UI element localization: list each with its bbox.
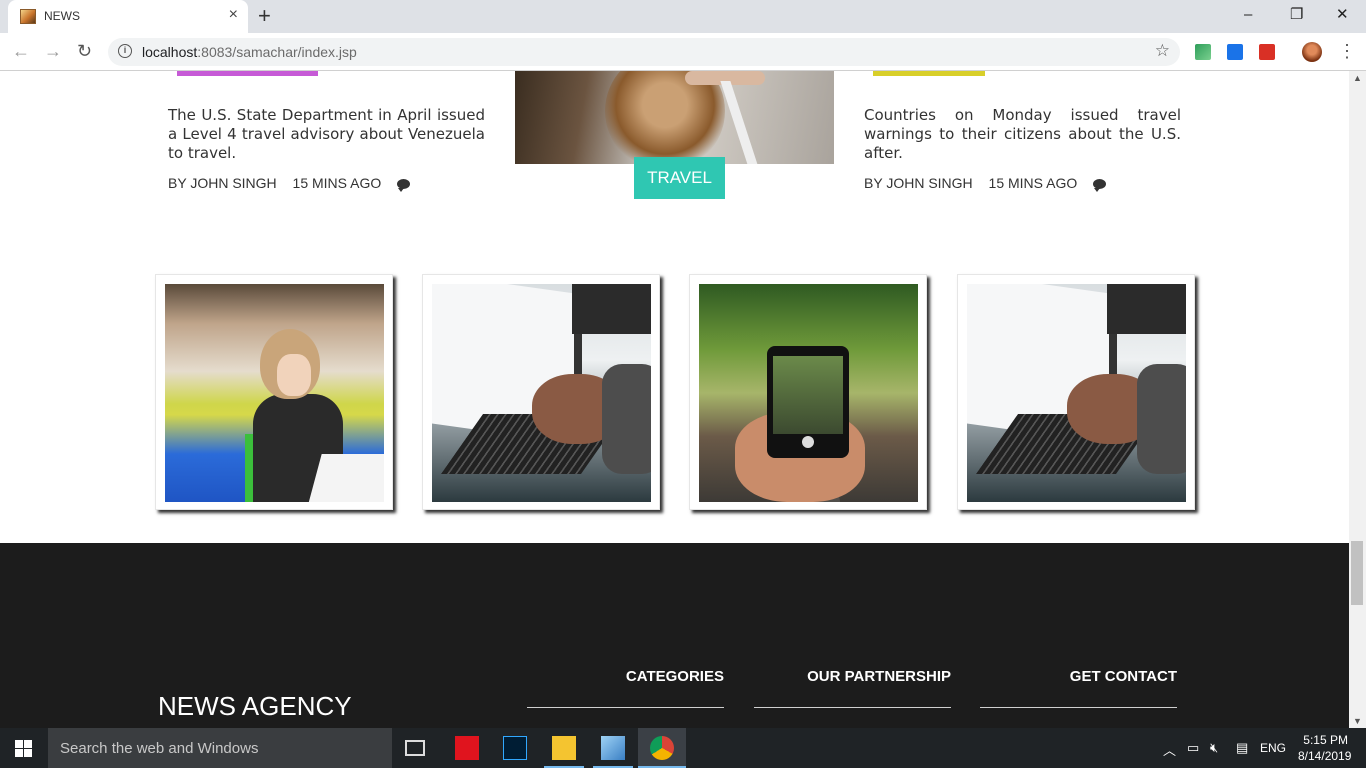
input-language[interactable]: ENG: [1260, 741, 1286, 755]
tab-title: NEWS: [44, 9, 80, 23]
photo-shape: [308, 454, 384, 502]
virtualbox-icon[interactable]: [601, 736, 625, 760]
footer-column-contact: GET CONTACT: [980, 668, 1177, 708]
photo-shape: [572, 284, 651, 334]
article-author[interactable]: BY JOHN SINGH: [864, 175, 973, 191]
article-meta: BY JOHN SINGH 15 MINS AGO: [168, 175, 411, 192]
close-tab-icon[interactable]: ×: [229, 7, 238, 23]
reload-button[interactable]: ↻: [77, 41, 92, 61]
adobe-acrobat-icon[interactable]: [455, 736, 479, 760]
gallery-card[interactable]: [957, 274, 1195, 510]
hero-road-line: [720, 81, 760, 164]
photo-shape: [802, 436, 814, 448]
url-path: :8083/samachar/index.jsp: [197, 44, 357, 60]
windows-logo-icon: [15, 749, 23, 757]
browser-tab-strip: NEWS × + – ❐ ✕: [0, 0, 1366, 33]
phone-camera-forest-photo[interactable]: [699, 284, 918, 502]
action-center-icon[interactable]: ▤: [1236, 740, 1248, 756]
new-tab-button[interactable]: +: [258, 4, 271, 28]
footer-heading: GET CONTACT: [1069, 668, 1177, 685]
browser-toolbar: ← → ↻ i localhost:8083/samachar/index.js…: [0, 33, 1366, 71]
clock-date: 8/14/2019: [1298, 749, 1352, 763]
browser-menu-icon[interactable]: ⋮: [1338, 41, 1356, 61]
gallery-card[interactable]: [422, 274, 660, 510]
comment-icon[interactable]: [397, 179, 411, 192]
extension-pdf-icon[interactable]: [1259, 44, 1275, 60]
footer-heading: OUR PARTNERSHIP: [807, 668, 951, 685]
photo-shape: [602, 364, 651, 474]
search-placeholder: Search the web and Windows: [60, 740, 259, 757]
laptop-typing-photo[interactable]: [967, 284, 1186, 502]
windows-logo-icon: [15, 740, 23, 748]
extension-search-icon[interactable]: [1227, 44, 1243, 60]
featured-article-image[interactable]: [515, 71, 834, 164]
article-summary[interactable]: Countries on Monday issued travel warnin…: [864, 106, 1181, 163]
gallery-card[interactable]: [689, 274, 927, 510]
restore-button[interactable]: ❐: [1290, 5, 1303, 25]
photo-shape: [277, 354, 311, 396]
close-window-button[interactable]: ✕: [1336, 5, 1349, 25]
system-clock[interactable]: 5:15 PM 8/14/2019: [1298, 732, 1352, 764]
article-time: 15 MINS AGO: [292, 175, 382, 191]
url-text[interactable]: localhost:8083/samachar/index.jsp: [142, 44, 357, 60]
travel-category-badge[interactable]: TRAVEL: [634, 157, 725, 199]
windows-logo-icon: [24, 740, 32, 748]
photo-shape: [1107, 284, 1186, 334]
forward-button[interactable]: →: [44, 41, 62, 61]
chrome-icon[interactable]: [650, 736, 674, 760]
address-bar[interactable]: i localhost:8083/samachar/index.jsp ☆: [108, 38, 1180, 66]
page-scrollbar[interactable]: ▲ ▼: [1349, 71, 1366, 728]
photoshop-icon[interactable]: [503, 736, 527, 760]
bookmark-star-icon[interactable]: ☆: [1155, 41, 1170, 61]
photo-shape: [773, 356, 843, 434]
scroll-down-arrow-icon[interactable]: ▼: [1353, 716, 1362, 726]
extension-sheets-icon[interactable]: [1195, 44, 1211, 60]
footer-brand[interactable]: NEWS AGENCY: [158, 691, 352, 722]
windows-start-button[interactable]: [0, 728, 48, 768]
battery-icon[interactable]: ▭: [1187, 740, 1199, 756]
footer-column-partnership: OUR PARTNERSHIP: [754, 668, 951, 708]
show-hidden-icons-chevron-icon[interactable]: ︿: [1163, 740, 1176, 759]
favicon-icon: [20, 9, 36, 24]
scroll-up-arrow-icon[interactable]: ▲: [1353, 73, 1362, 83]
windows-logo-icon: [24, 749, 32, 757]
clock-time: 5:15 PM: [1303, 733, 1348, 747]
comment-icon[interactable]: [1093, 179, 1107, 192]
minimize-button[interactable]: –: [1244, 5, 1252, 25]
photo-shape: [1137, 364, 1186, 474]
windows-taskbar: Search the web and Windows ︿ ▭ 🔇︎ ▤ ENG …: [0, 728, 1366, 768]
taskbar-search-box[interactable]: Search the web and Windows: [48, 728, 392, 768]
article-accent-bar: [177, 71, 318, 76]
article-author[interactable]: BY JOHN SINGH: [168, 175, 277, 191]
site-info-icon[interactable]: i: [118, 44, 132, 58]
footer-column-categories: CATEGORIES: [527, 668, 724, 708]
site-footer: NEWS AGENCY CATEGORIES OUR PARTNERSHIP G…: [0, 543, 1349, 728]
page-viewport: The U.S. State Department in April issue…: [0, 71, 1349, 728]
back-button[interactable]: ←: [12, 41, 30, 61]
child-drawing-photo[interactable]: [165, 284, 384, 502]
footer-heading: CATEGORIES: [625, 668, 724, 685]
gallery-card[interactable]: [155, 274, 393, 510]
scrollbar-thumb[interactable]: [1351, 541, 1363, 605]
url-host: localhost: [142, 44, 198, 60]
file-explorer-icon[interactable]: [552, 736, 576, 760]
article-summary[interactable]: The U.S. State Department in April issue…: [168, 106, 485, 163]
article-time: 15 MINS AGO: [988, 175, 1078, 191]
profile-avatar[interactable]: [1302, 42, 1322, 62]
task-view-icon[interactable]: [405, 740, 425, 756]
article-accent-bar: [873, 71, 985, 76]
laptop-typing-photo[interactable]: [432, 284, 651, 502]
volume-muted-icon[interactable]: 🔇︎: [1210, 740, 1218, 756]
browser-tab-news[interactable]: NEWS ×: [8, 0, 248, 33]
article-meta: BY JOHN SINGH 15 MINS AGO: [864, 175, 1107, 192]
